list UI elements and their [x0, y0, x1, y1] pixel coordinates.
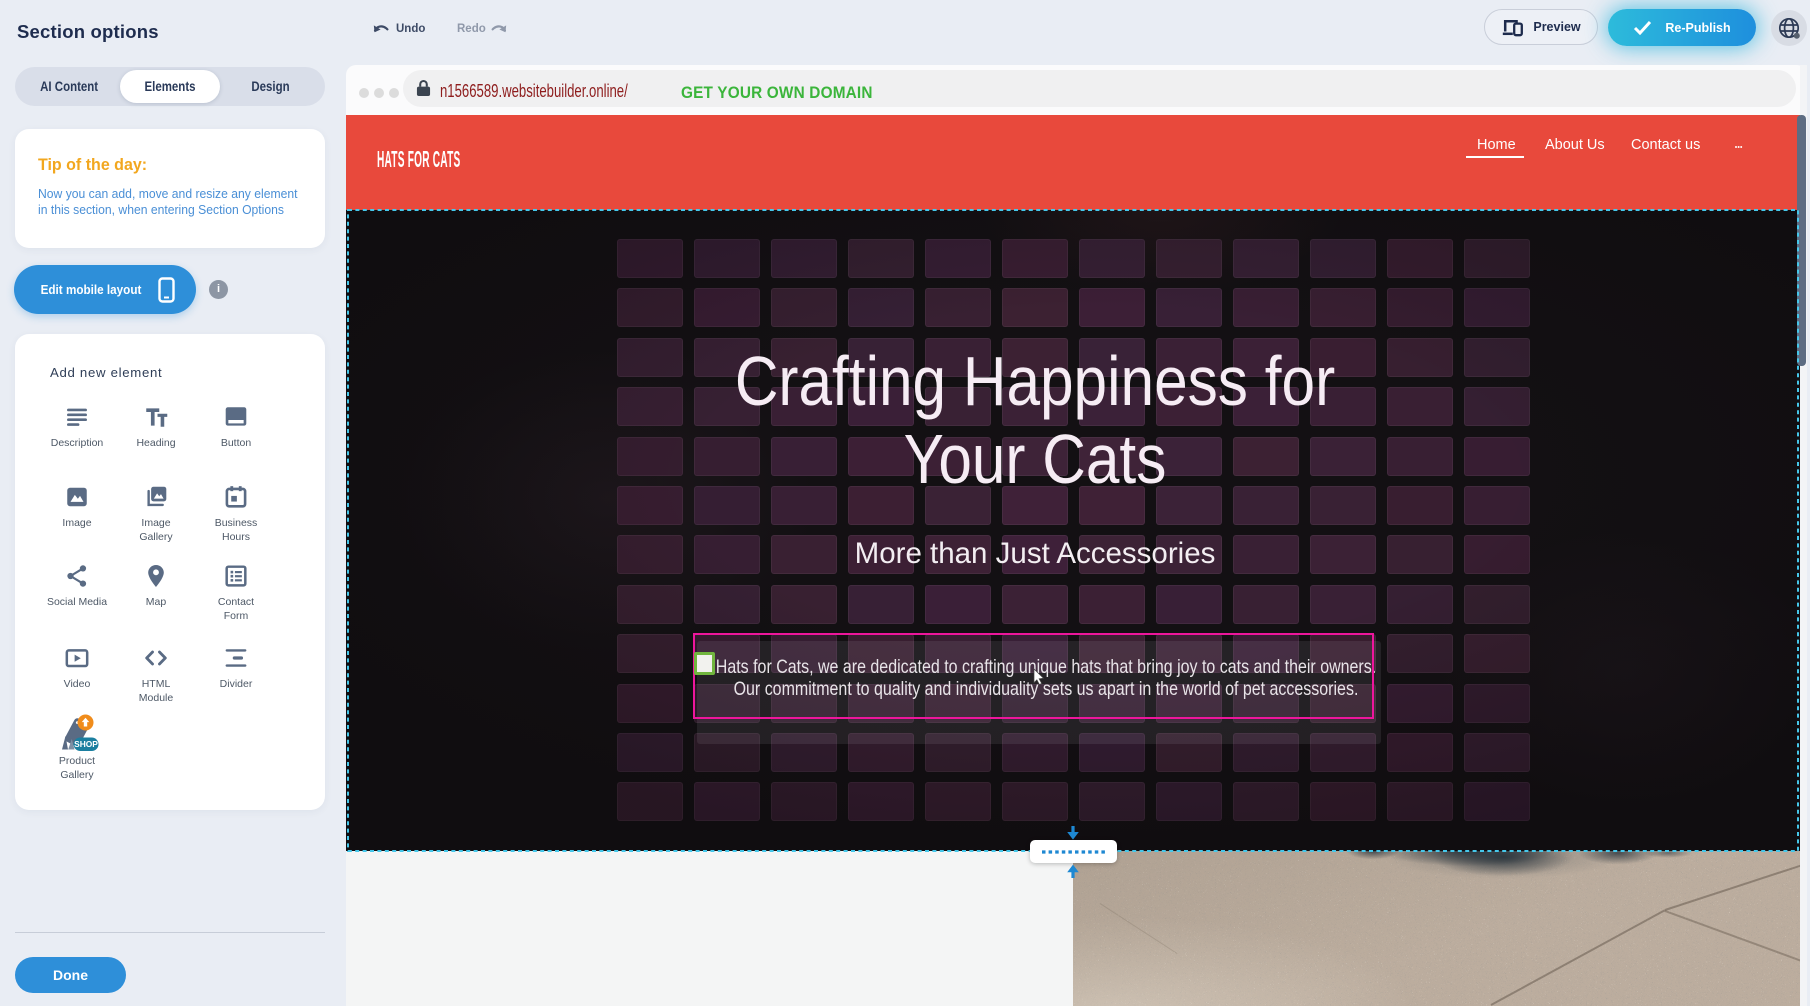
svg-text:SHOP: SHOP — [74, 739, 98, 749]
